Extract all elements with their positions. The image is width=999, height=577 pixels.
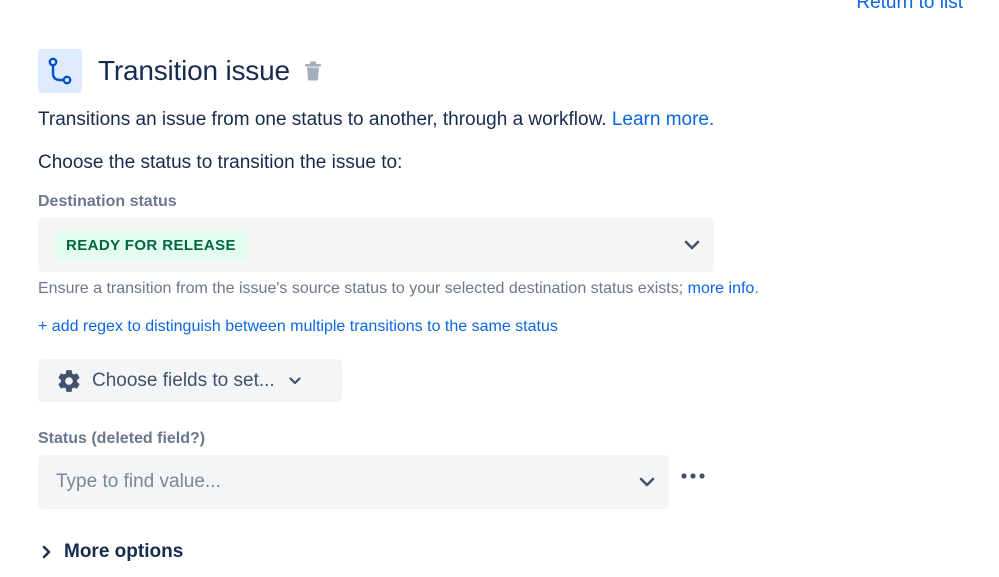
status-value-select[interactable] [38, 455, 669, 509]
choose-fields-label: Choose fields to set... [92, 369, 275, 391]
more-options-toggle[interactable]: More options [42, 541, 183, 563]
choose-status-text: Choose the status to transition the issu… [38, 152, 403, 173]
more-options-label: More options [64, 541, 184, 562]
chevron-down-icon[interactable] [639, 477, 655, 487]
header: Transition issue [38, 49, 322, 93]
more-actions-icon[interactable] [680, 465, 708, 487]
trash-icon[interactable] [304, 61, 322, 81]
description-text: Transitions an issue from one status to … [38, 109, 607, 130]
transition-icon [38, 49, 82, 93]
destination-status-select[interactable]: READY FOR RELEASE [38, 218, 714, 272]
more-info-link[interactable]: more info [688, 280, 755, 297]
chevron-down-icon [684, 240, 700, 250]
helper-suffix: . [754, 280, 759, 297]
status-lozenge: READY FOR RELEASE [54, 230, 248, 260]
transition-issue-panel: Return to list Transition issue Transiti… [0, 0, 999, 577]
status-field-label: Status (deleted field?) [38, 430, 206, 447]
status-value-input[interactable] [54, 470, 598, 494]
choose-fields-button[interactable]: Choose fields to set... [38, 359, 342, 402]
return-to-list-link[interactable]: Return to list [856, 0, 963, 14]
destination-helper-text: Ensure a transition from the issue's sou… [38, 280, 759, 298]
learn-more-link[interactable]: Learn more. [612, 109, 714, 130]
helper-text: Ensure a transition from the issue's sou… [38, 280, 684, 297]
description: Transitions an issue from one status to … [38, 109, 714, 131]
add-regex-link[interactable]: + add regex to distinguish between multi… [38, 318, 558, 336]
chevron-right-icon [42, 545, 52, 559]
page-title: Transition issue [98, 55, 290, 86]
destination-status-label: Destination status [38, 193, 177, 210]
gear-icon [56, 368, 82, 394]
chevron-down-icon [289, 376, 301, 385]
